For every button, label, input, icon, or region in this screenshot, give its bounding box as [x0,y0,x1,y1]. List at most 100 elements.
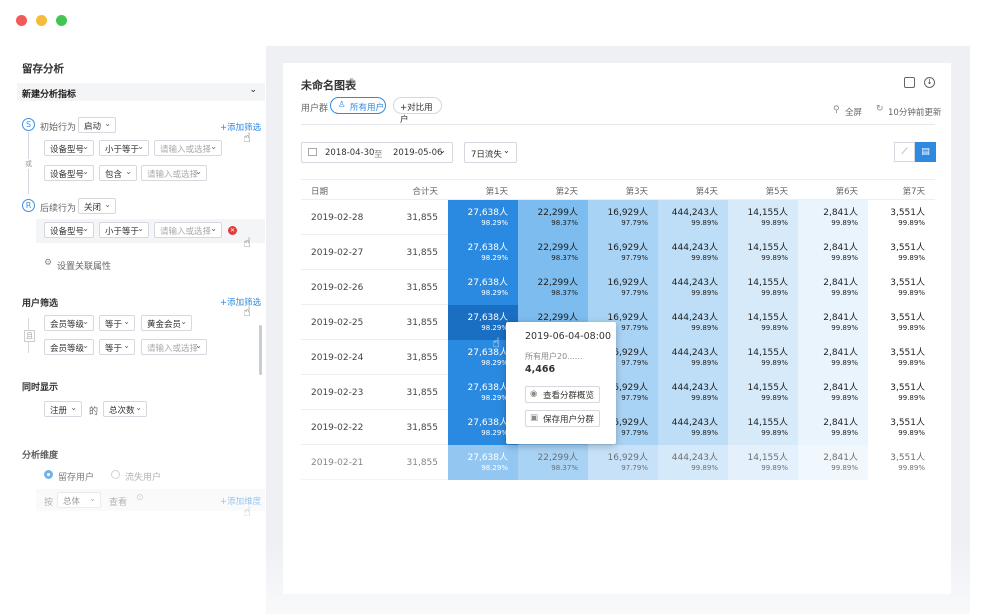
left-panel-scrollbar[interactable] [259,325,262,375]
retention-cell[interactable]: 2,841人 99.89% [798,305,868,340]
followup-behavior-select[interactable]: 关闭 ⌄ [78,198,116,214]
retention-cell[interactable]: 16,929人 97.79% [588,445,658,480]
compare-users-button[interactable]: +对比用户 [393,97,442,125]
retention-cell[interactable]: 3,551人 99.89% [868,340,935,375]
date-range-picker[interactable]: 2018-04-30 至 2019-05-06 ⌄ [301,142,453,163]
retention-rate: 99.89% [898,463,925,472]
chart-title[interactable]: 未命名图表 [301,77,356,93]
retention-cell[interactable]: 2,841人 99.89% [798,235,868,270]
simultaneous-event-select[interactable]: 注册 ⌄ [44,401,82,417]
gear-icon[interactable]: ⚙ [44,258,52,268]
retention-cell[interactable]: 14,155人 99.89% [728,270,798,305]
save-user-segment-button[interactable]: ▣ 保存用户分群 [525,410,601,427]
retention-cell[interactable]: 27,638人 98.29% [448,235,518,270]
download-icon[interactable]: ↓ [924,77,935,88]
retention-cell[interactable]: 14,155人 99.89% [728,340,798,375]
view-segment-overview-button[interactable]: ◉ 查看分群概览 [525,386,601,403]
add-dimension-link[interactable]: +添加维度 [220,495,261,507]
retention-cell[interactable]: 2,841人 99.89% [798,375,868,410]
filter3-value-select[interactable]: 请输入或选择 ⌄ [154,222,222,238]
churned-radio[interactable] [111,470,120,479]
row-total: 31,855 [406,248,439,258]
metrics-section-header[interactable]: 新建分析指标 ⌄ [17,83,265,101]
associate-property-link[interactable]: 设置关联属性 [57,259,111,272]
filter1-operator-select[interactable]: 小于等于 ⌄ [99,140,149,156]
user-filter2-value-select[interactable]: 请输入或选择 ⌄ [141,339,207,355]
retention-cell[interactable]: 3,551人 99.89% [868,410,935,445]
retention-cell[interactable]: 2,841人 99.89% [798,340,868,375]
retention-cell[interactable]: 14,155人 99.89% [728,375,798,410]
save-icon[interactable] [904,77,915,88]
minimize-window-dot[interactable] [36,15,47,26]
retention-cell[interactable]: 3,551人 99.89% [868,235,935,270]
retention-cell[interactable]: 3,551人 99.89% [868,375,935,410]
retention-cell[interactable]: 3,551人 99.89% [868,270,935,305]
table-view-icon[interactable]: ▤ [915,142,936,162]
retention-count: 27,638人 [467,277,509,288]
retention-cell[interactable]: 444,243人 99.89% [658,340,728,375]
maximize-window-dot[interactable] [56,15,67,26]
fullscreen-icon[interactable]: ⚲ [833,105,840,115]
retention-cell[interactable]: 444,243人 99.89% [658,235,728,270]
initial-behavior-select[interactable]: 启动 ⌄ [78,117,116,133]
retention-cell[interactable]: 14,155人 99.89% [728,305,798,340]
add-user-filter-link[interactable]: +添加筛选 [220,296,261,308]
filter3-operator-value: 小于等于 [105,227,140,237]
help-icon[interactable]: ⊙ [136,493,144,503]
retention-cell[interactable]: 14,155人 99.89% [728,235,798,270]
retention-cell[interactable]: 3,551人 99.89% [868,200,935,235]
retention-cell[interactable]: 444,243人 99.89% [658,375,728,410]
user-filter1-value-select[interactable]: 黄金会员 ⌄ [141,315,192,331]
simultaneous-metric-select[interactable]: 总次数 ⌄ [103,401,147,417]
retention-cell[interactable]: 14,155人 99.89% [728,445,798,480]
filter3-field-select[interactable]: 设备型号 ⌄ [44,222,94,238]
retention-cell[interactable]: 22,299人98.37% [518,200,588,235]
filter2-value-select[interactable]: 请输入或选择 ⌄ [141,165,207,181]
filter1-value-select[interactable]: 请输入或选择 ⌄ [154,140,222,156]
user-filter2-field-select[interactable]: 会员等级 ⌄ [44,339,94,355]
retention-cell[interactable]: 444,243人 99.89% [658,410,728,445]
filter2-operator-select[interactable]: 包含 ⌄ [99,165,137,181]
retention-cell[interactable]: 444,243人 99.89% [658,445,728,480]
retention-cell[interactable]: 27,638人 98.29% [448,445,518,480]
retention-cell[interactable]: 2,841人 99.89% [798,445,868,480]
period-select[interactable]: 7日流失 ⌄ [464,142,517,163]
retention-cell[interactable]: 14,155人 99.89% [728,200,798,235]
user-filter2-operator-select[interactable]: 等于 ⌄ [99,339,135,355]
line-chart-view-icon[interactable]: ⟋ [894,142,915,162]
filter2-field-select[interactable]: 设备型号 ⌄ [44,165,94,181]
retention-cell[interactable]: 22,299人98.37% [518,445,588,480]
retention-cell[interactable]: 27,638人 98.29% [448,270,518,305]
refresh-icon[interactable]: ↻ [876,104,884,114]
column-header: 日期 [311,187,329,197]
retention-cell[interactable]: 444,243人 99.89% [658,200,728,235]
retention-cell[interactable]: 3,551人 99.89% [868,445,935,480]
retention-cell[interactable]: 16,929人 97.79% [588,270,658,305]
retention-cell[interactable]: 27,638人 98.29% [448,200,518,235]
retention-count: 3,551人 [890,242,925,253]
user-filter1-field-select[interactable]: 会员等级 ⌄ [44,315,94,331]
retention-cell[interactable]: 16,929人 97.79% [588,200,658,235]
retention-cell[interactable]: 444,243人 99.89% [658,305,728,340]
retained-radio[interactable] [44,470,53,479]
retention-cell[interactable]: 2,841人 99.89% [798,270,868,305]
filter1-field-select[interactable]: 设备型号 ⌄ [44,140,94,156]
retention-cell[interactable]: 2,841人 99.89% [798,200,868,235]
retention-rate: 99.89% [691,253,718,262]
remove-filter-icon[interactable]: ✕ [228,226,237,235]
filter3-operator-select[interactable]: 小于等于 ⌄ [99,222,149,238]
retention-cell[interactable]: 22,299人98.37% [518,235,588,270]
retention-cell[interactable]: 22,299人98.37% [518,270,588,305]
fullscreen-button[interactable]: 全屏 [845,106,862,118]
retention-cell[interactable]: 16,929人 97.79% [588,235,658,270]
edit-icon[interactable]: ✎ [349,77,357,88]
dimension-select[interactable]: 总体 ⌄ [57,492,101,508]
add-filter-link[interactable]: +添加筛选 [220,121,261,133]
retention-cell[interactable]: 3,551人 99.89% [868,305,935,340]
close-window-dot[interactable] [16,15,27,26]
retention-cell[interactable]: 2,841人 99.89% [798,410,868,445]
user-filter1-operator-select[interactable]: 等于 ⌄ [99,315,135,331]
retention-cell[interactable]: 14,155人 99.89% [728,410,798,445]
all-users-tag[interactable]: ♙ 所有用户 [330,97,386,114]
retention-cell[interactable]: 444,243人 99.89% [658,270,728,305]
